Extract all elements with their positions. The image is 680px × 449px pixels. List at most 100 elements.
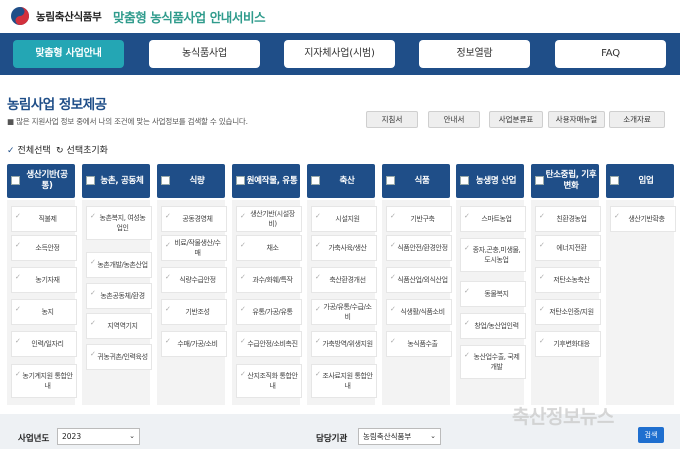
list-item[interactable]: ✓ 수매/가공/소비 [161, 331, 227, 357]
check-icon: ✓ [15, 241, 21, 249]
item-label: 수급안정/소비촉진 [247, 340, 298, 348]
list-item[interactable]: ✓ 에너지전환 [535, 235, 601, 261]
category-checkbox[interactable] [311, 176, 320, 185]
check-icon: ✓ [240, 305, 246, 313]
list-item[interactable]: ✓ 축산환경개선 [311, 267, 377, 293]
list-item[interactable]: ✓ 조사료지원 통합안내 [311, 364, 377, 398]
refresh-icon: ↻ [56, 146, 64, 156]
list-item[interactable]: ✓ 식량수급안정 [161, 267, 227, 293]
list-item[interactable]: ✓ 생산기반확충 [610, 206, 676, 232]
list-item[interactable]: ✓ 산지조직화 통합안내 [236, 364, 302, 398]
category-checkbox[interactable] [236, 176, 245, 185]
manual-button[interactable]: 사용자매뉴얼 [548, 111, 605, 128]
category-checkbox[interactable] [11, 176, 20, 185]
list-item[interactable]: ✓ 저탄소농축산 [535, 267, 601, 293]
list-item[interactable]: ✓ 식품산업/외식산업 [386, 267, 452, 293]
category-checkbox[interactable] [610, 176, 619, 185]
item-label: 가공/유통/수급/소비 [323, 303, 372, 321]
check-icon: ✓ [165, 212, 171, 220]
list-item[interactable]: ✓ 인력/일자리 [11, 331, 77, 357]
classification-button[interactable]: 사업분류표 [489, 111, 543, 128]
category-checkbox[interactable] [460, 176, 469, 185]
nav-faq[interactable]: FAQ [555, 40, 666, 68]
guideline-button[interactable]: 지침서 [366, 111, 418, 128]
list-item[interactable]: ✓ 저탄소인증/지원 [535, 299, 601, 325]
category-label: 임업 [638, 175, 654, 186]
year-select[interactable]: 2023 ⌄ [57, 428, 140, 445]
item-label: 농촌개발/농촌산업 [97, 261, 148, 269]
list-item[interactable]: ✓ 직불제 [11, 206, 77, 232]
list-item[interactable]: ✓ 생산기반(시설장비) [236, 206, 302, 232]
agency-select[interactable]: 농림축산식품부 ⌄ [358, 428, 441, 445]
select-all-button[interactable]: ✓ 전체선택 [7, 143, 51, 156]
category-checkbox[interactable] [386, 176, 395, 185]
list-item[interactable]: ✓ 가공/유통/수급/소비 [311, 299, 377, 325]
category-header[interactable]: 농촌, 공동체 [82, 164, 150, 198]
check-icon: ✓ [464, 244, 470, 252]
nav-custom-guide[interactable]: 맞춤형 사업안내 [13, 40, 124, 68]
category-header[interactable]: 생산기반(공통) [7, 164, 75, 198]
list-item[interactable]: ✓ 시설지원 [311, 206, 377, 232]
list-item[interactable]: ✓ 농기계지원 통합안내 [11, 364, 77, 398]
item-label: 수매/가공/소비 [177, 340, 218, 348]
intro-button[interactable]: 소개자료 [609, 111, 665, 128]
list-item[interactable]: ✓ 농지 [11, 299, 77, 325]
list-item[interactable]: ✓ 친환경농업 [535, 206, 601, 232]
category-header[interactable]: 원예작물, 유통 [232, 164, 300, 198]
list-item[interactable]: ✓ 창업/농산업인력 [460, 313, 526, 339]
category-header[interactable]: 식품 [382, 164, 450, 198]
list-item[interactable]: ✓ 유통/가공/유통 [236, 299, 302, 325]
year-label: 사업년도 [18, 434, 50, 444]
check-icon: ✓ [464, 351, 470, 359]
list-item[interactable]: ✓ 과수/화훼/특작 [236, 267, 302, 293]
org-name: 농림축산식품부 [36, 11, 102, 23]
list-item[interactable]: ✓ 식품안전/환경안정 [386, 235, 452, 261]
list-item[interactable]: ✓ 귀농귀촌/인력육성 [86, 344, 152, 370]
check-icon: ✓ [90, 350, 96, 358]
check-icon: ✓ [15, 370, 21, 378]
list-item[interactable]: ✓ 스마트농업 [460, 206, 526, 232]
service-title[interactable]: 맞춤형 농식품사업 안내서비스 [113, 7, 266, 26]
list-item[interactable]: ✓ 농산업수출, 국제개발 [460, 345, 526, 379]
agency-label: 담당기관 [316, 434, 348, 444]
list-item[interactable]: ✓ 농식품수출 [386, 331, 452, 357]
list-item[interactable]: ✓ 농촌개발/농촌산업 [86, 252, 152, 278]
check-icon: ✓ [390, 212, 396, 220]
list-item[interactable]: ✓ 가축방역/위생지원 [311, 331, 377, 357]
list-item[interactable]: ✓ 기반구축 [386, 206, 452, 232]
list-item[interactable]: ✓ 종자,곤충,미생물, 도시농업 [460, 238, 526, 272]
reset-button[interactable]: ↻ 선택초기화 [56, 143, 108, 156]
category-header[interactable]: 임업 [606, 164, 674, 198]
category-header[interactable]: 축산 [307, 164, 375, 198]
search-button[interactable]: 검색 [638, 427, 664, 443]
list-item[interactable]: ✓ 공동경영체 [161, 206, 227, 232]
category-column: ✓ 공동경영체 ✓ 비료/작물생산/수매 ✓ 식량수급안정 ✓ 기반조성 ✓ 수매/가공/… [157, 200, 227, 405]
category-checkbox[interactable] [161, 176, 170, 185]
nav-info-view[interactable]: 정보열람 [419, 40, 530, 68]
list-item[interactable]: ✓ 식생활/식품소비 [386, 299, 452, 325]
list-item[interactable]: ✓ 농촌복지, 여성농업인 [86, 206, 152, 240]
list-item[interactable]: ✓ 채소 [236, 235, 302, 261]
list-item[interactable]: ✓ 소득안정 [11, 235, 77, 261]
list-item[interactable]: ✓ 가축사육/생산 [311, 235, 377, 261]
guidebook-button[interactable]: 안내서 [428, 111, 480, 128]
nav-agri-projects[interactable]: 농식품사업 [149, 40, 260, 68]
category-header[interactable]: 농생명 산업 [456, 164, 524, 198]
list-item[interactable]: ✓ 동물복지 [460, 281, 526, 307]
list-item[interactable]: ✓ 농기자재 [11, 267, 77, 293]
category-header[interactable]: 탄소중립, 기후변화 [531, 164, 599, 198]
list-item[interactable]: ✓ 기후변화대응 [535, 331, 601, 357]
category-checkbox[interactable] [535, 176, 544, 185]
check-icon: ✓ [390, 305, 396, 313]
list-item[interactable]: ✓ 지역역기지 [86, 313, 152, 339]
category-label: 식품 [414, 175, 430, 186]
list-item[interactable]: ✓ 농촌공동체/환경 [86, 283, 152, 309]
list-item[interactable]: ✓ 수급안정/소비촉진 [236, 331, 302, 357]
item-label: 가축사육/생산 [328, 244, 367, 252]
list-item[interactable]: ✓ 기반조성 [161, 299, 227, 325]
check-icon: ✓ [464, 212, 470, 220]
nav-local-projects[interactable]: 지자체사업(시범) [284, 40, 395, 68]
category-checkbox[interactable] [86, 176, 95, 185]
category-header[interactable]: 식량 [157, 164, 225, 198]
list-item[interactable]: ✓ 비료/작물생산/수매 [161, 235, 227, 261]
